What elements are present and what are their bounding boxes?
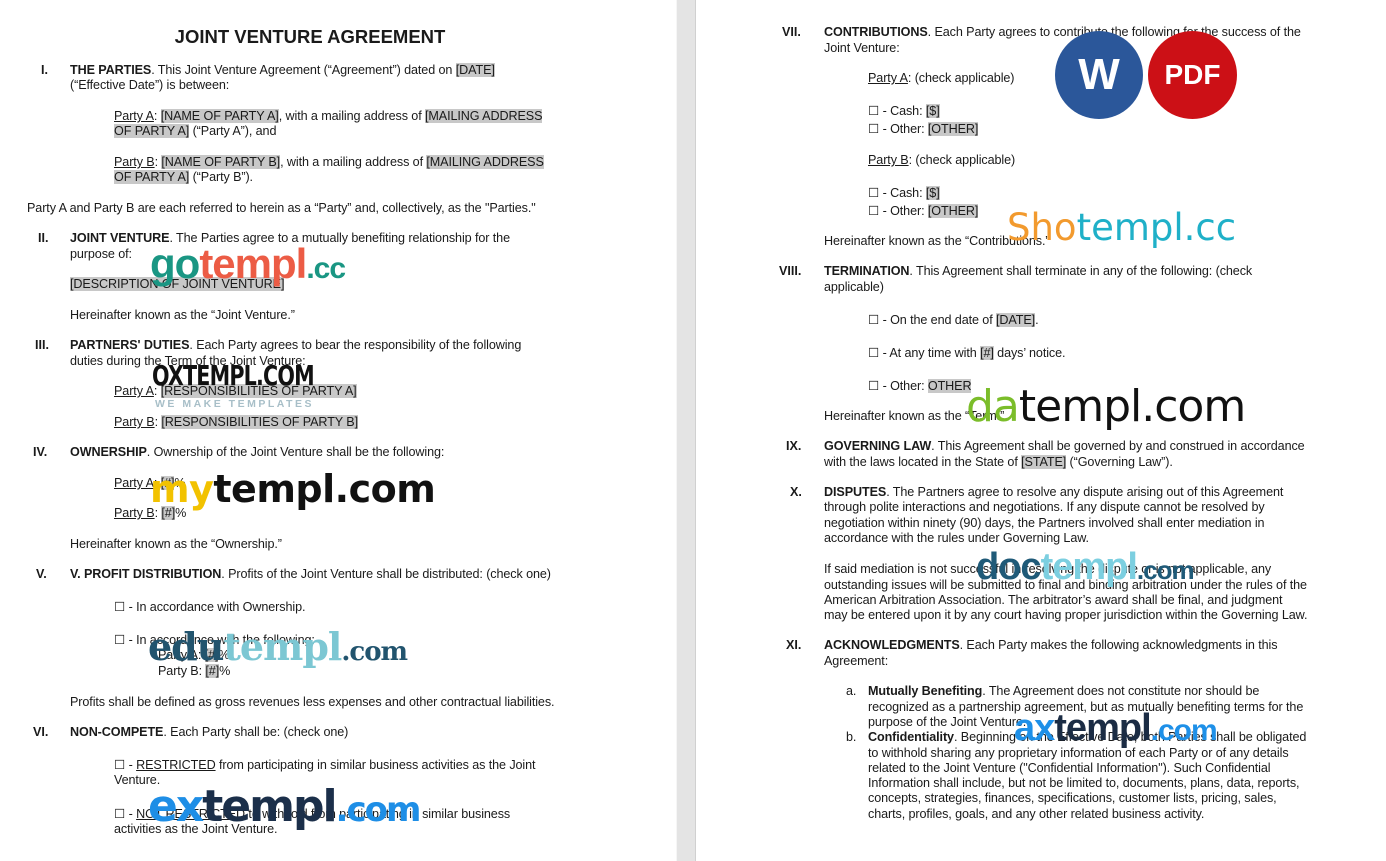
termination-notice-checkbox[interactable]: ☐ - At any time with [#] days’ notice. xyxy=(868,346,1066,362)
party-b-address-field[interactable]: [MAILING ADDRESS xyxy=(426,155,544,169)
section-4-line-1: OWNERSHIP. Ownership of the Joint Ventur… xyxy=(70,445,445,459)
party-b-line-1: Party B: [NAME OF PARTY B], with a maili… xyxy=(114,155,544,169)
section-8-line-2: applicable) xyxy=(824,280,884,294)
watermark-oxtempl-tagline: WE MAKE TEMPLATES xyxy=(155,398,314,410)
page-gutter xyxy=(676,0,696,861)
ack-b-line-3: related to the Joint Venture ("Confident… xyxy=(868,761,1271,775)
state-field[interactable]: [STATE] xyxy=(1021,455,1066,469)
contrib-a-other-checkbox[interactable]: ☐ - Other: [OTHER] xyxy=(868,122,978,138)
section-7-line-2: Joint Venture: xyxy=(824,41,900,55)
section-11-line-2: Agreement: xyxy=(824,654,889,668)
section-10-line-3: negotiation within ninety (90) days, the… xyxy=(824,516,1265,530)
contrib-b-other-field[interactable]: [OTHER] xyxy=(927,204,978,218)
contrib-b-other-checkbox[interactable]: ☐ - Other: [OTHER] xyxy=(868,204,978,220)
contrib-a-cash-checkbox[interactable]: ☐ - Cash: [$] xyxy=(868,104,940,120)
termination-other-checkbox[interactable]: ☐ - Other: OTHER xyxy=(868,379,972,395)
pdf-icon: PDF xyxy=(1164,59,1221,90)
ack-b-line-5: concepts, strategies, finances, specific… xyxy=(868,791,1277,805)
noncompete-restricted-checkbox[interactable]: ☐ - RESTRICTED from participating in sim… xyxy=(114,758,536,774)
party-a-address-field[interactable]: [MAILING ADDRESS xyxy=(425,109,542,123)
section-number: V. xyxy=(36,567,47,581)
section-heading: THE PARTIES xyxy=(70,63,152,77)
word-format-badge[interactable]: W xyxy=(1055,31,1143,119)
section-number: VIII. xyxy=(779,264,802,278)
termination-date-checkbox[interactable]: ☐ - On the end date of [DATE]. xyxy=(868,313,1039,329)
ack-a-line-3: purpose of the Joint Venture. xyxy=(868,715,1027,729)
document-page-2: VII. CONTRIBUTIONS. Each Party agrees to… xyxy=(696,0,1386,861)
section-5-line-1: V. PROFIT DISTRIBUTION. Profits of the J… xyxy=(70,567,551,581)
section-10-p2-line-4: may be entered upon it by any court havi… xyxy=(824,608,1308,622)
word-icon: W xyxy=(1078,50,1120,99)
document-title: JOINT VENTURE AGREEMENT xyxy=(174,26,446,47)
termination-date-field[interactable]: [DATE] xyxy=(996,313,1035,327)
ack-a-marker: a. xyxy=(846,684,857,698)
parties-collective-text: Party A and Party B are each referred to… xyxy=(27,201,536,215)
section-9-line-1: GOVERNING LAW. This Agreement shall be g… xyxy=(824,439,1305,453)
section-8-line-1: TERMINATION. This Agreement shall termin… xyxy=(824,264,1253,278)
section-number: VII. xyxy=(782,25,801,39)
party-b-name-field[interactable]: [NAME OF PARTY B] xyxy=(161,155,280,169)
party-a-name-field[interactable]: [NAME OF PARTY A] xyxy=(160,109,279,123)
party-b-line-2: OF PARTY A] (“Party B”). xyxy=(114,170,253,184)
profit-definition: Profits shall be defined as gross revenu… xyxy=(70,695,555,709)
section-10-line-4: accordance with the rules under Governin… xyxy=(824,531,1089,545)
contrib-party-b-label: Party B: (check applicable) xyxy=(868,153,1016,167)
joint-venture-hereinafter: Hereinafter known as the “Joint Venture.… xyxy=(70,308,295,322)
section-1-line-1: THE PARTIES. This Joint Venture Agreemen… xyxy=(70,63,495,77)
ack-a-line-1: Mutually Benefiting. The Agreement does … xyxy=(868,684,1260,698)
contrib-b-cash-checkbox[interactable]: ☐ - Cash: [$] xyxy=(868,186,940,202)
ack-b-marker: b. xyxy=(846,730,857,744)
section-number: II. xyxy=(38,231,49,245)
watermark-oxtempl: OXTEMPL.COM xyxy=(152,359,315,392)
section-10-line-1: DISPUTES. The Partners agree to resolve … xyxy=(824,485,1284,499)
section-number: IV. xyxy=(33,445,48,459)
watermark-edutempl: edutempl.com xyxy=(148,624,408,669)
duties-party-b: Party B: [RESPONSIBILITIES OF PARTY B] xyxy=(114,415,358,429)
section-number: III. xyxy=(35,338,49,352)
section-11-line-1: ACKNOWLEDGMENTS. Each Party makes the fo… xyxy=(824,638,1278,652)
party-a-line-1: Party A: [NAME OF PARTY A], with a maili… xyxy=(114,109,543,123)
profit-option-ownership-checkbox[interactable]: ☐ - In accordance with Ownership. xyxy=(114,600,305,616)
section-3-line-1: PARTNERS' DUTIES. Each Party agrees to b… xyxy=(70,338,522,352)
watermark-shotempl: Shotempl.cc xyxy=(1007,206,1237,249)
date-field[interactable]: [DATE] xyxy=(455,63,495,77)
section-number: VI. xyxy=(33,725,49,739)
pdf-format-badge[interactable]: PDF xyxy=(1148,31,1237,119)
contrib-b-cash-field[interactable]: [$] xyxy=(925,186,940,200)
termination-other-field[interactable]: OTHER xyxy=(927,379,972,393)
watermark-gotempl: gotempl.cc xyxy=(150,240,346,287)
contrib-a-cash-field[interactable]: [$] xyxy=(925,104,940,118)
ownership-hereinafter: Hereinafter known as the “Ownership.” xyxy=(70,537,282,551)
ack-b-line-6: charts, profiles, goals, and any other r… xyxy=(868,807,1205,821)
section-2-line-2: purpose of: xyxy=(70,247,132,261)
contrib-party-a-label: Party A: (check applicable) xyxy=(868,71,1015,85)
section-10-p2-line-3: American Arbitration Association. The ar… xyxy=(824,593,1283,607)
responsibilities-b-field[interactable]: [RESPONSIBILITIES OF PARTY B] xyxy=(161,415,358,429)
section-7-line-1: CONTRIBUTIONS. Each Party agrees to cont… xyxy=(824,25,1301,39)
section-number: XI. xyxy=(786,638,802,652)
section-number: IX. xyxy=(786,439,802,453)
watermark-doctempl: doctempl.com xyxy=(976,546,1195,588)
watermark-axtempl: axtempl.com xyxy=(1014,707,1218,749)
section-6-line-1: NON-COMPETE. Each Party shall be: (check… xyxy=(70,725,349,739)
section-number: X. xyxy=(790,485,802,499)
termination-days-field[interactable]: [#] xyxy=(980,346,994,360)
section-number: I. xyxy=(41,63,48,77)
section-10-line-2: through polite interactions and negotiat… xyxy=(824,500,1265,514)
watermark-datempl: datempl.com xyxy=(966,381,1246,432)
watermark-mytempl: mytempl.com xyxy=(150,467,436,511)
ack-b-line-4: Information shall include, but not be li… xyxy=(868,776,1300,790)
section-9-line-2: with the laws located in the State of [S… xyxy=(824,455,1173,469)
section-1-line-2: (“Effective Date”) is between: xyxy=(70,78,230,92)
party-a-line-2: OF PARTY A] (“Party A”), and xyxy=(114,124,277,138)
contrib-a-other-field[interactable]: [OTHER] xyxy=(927,122,978,136)
document-page-1: JOINT VENTURE AGREEMENT I. THE PARTIES. … xyxy=(0,0,676,861)
watermark-extempl: extempl.com xyxy=(148,781,421,832)
